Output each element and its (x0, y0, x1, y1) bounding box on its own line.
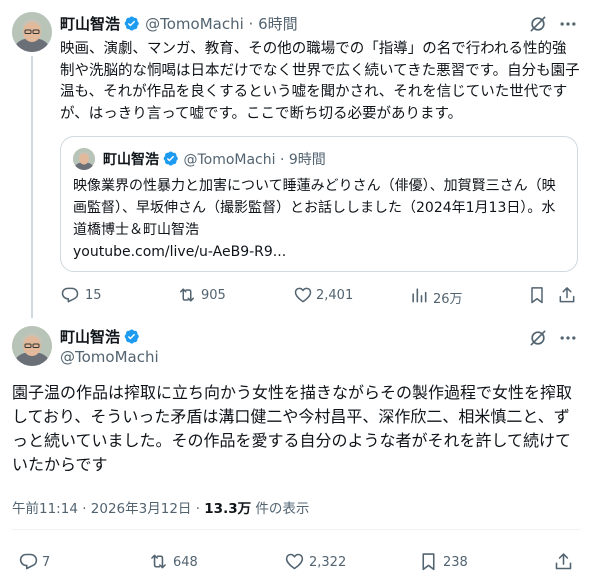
quote-time: 9時間 (288, 152, 326, 168)
quote-header: 町山智浩 @TomoMachi · 9時間 (103, 150, 326, 168)
verified-badge-icon (123, 15, 140, 32)
share-icon[interactable] (557, 285, 577, 305)
view-count: 13.3万 (204, 501, 252, 517)
quote-link[interactable]: youtube.com/live/u-AeB9-R9... (73, 241, 567, 263)
view-count: 26万 (433, 292, 463, 307)
more-icon[interactable] (558, 14, 578, 34)
tweet-header: 町山智浩 @TomoMachi · 6時間 (60, 15, 298, 33)
views-icon[interactable] (409, 285, 429, 305)
tweet-time[interactable]: 6時間 (258, 15, 298, 33)
view-label: 件の表示 (251, 501, 310, 517)
repost-icon[interactable] (177, 285, 197, 305)
author-handle[interactable]: @TomoMachi (145, 15, 244, 33)
reply-count: 15 (85, 288, 102, 303)
like-icon[interactable] (284, 551, 304, 571)
author-avatar[interactable] (12, 326, 52, 366)
quote-text: 映像業界の性暴力と加害について睡蓮みどりさん（俳優）、加賀賢三さん（映画監督）、… (73, 175, 567, 263)
author-name[interactable]: 町山智浩 (60, 328, 120, 346)
reply-icon[interactable] (18, 551, 38, 571)
reply-count: 7 (42, 555, 51, 570)
like-count: 2,401 (316, 288, 354, 303)
repost-icon[interactable] (148, 551, 168, 571)
tweet-text: 園子温の作品は搾取に立ち向かう女性を描きながらその製作過程で女性を搾取しており、… (12, 383, 573, 474)
bookmark-icon[interactable] (418, 551, 438, 571)
author-handle[interactable]: @TomoMachi (60, 348, 159, 366)
tweet-timestamp[interactable]: 午前11:14 · 2026年3月12日 · (12, 501, 204, 517)
quoted-tweet[interactable]: 町山智浩 @TomoMachi · 9時間 映像業界の性暴力と加害について睡蓮み… (60, 136, 578, 272)
more-icon[interactable] (558, 328, 578, 348)
share-icon[interactable] (553, 551, 573, 571)
like-icon[interactable] (293, 285, 313, 305)
author-name[interactable]: 町山智浩 (60, 15, 120, 33)
quote-author-avatar (73, 148, 95, 170)
tweet-text: 映画、演劇、マンガ、教育、その他の職場での「指導」の名で行われる性的強制や洗脳的… (60, 41, 580, 122)
quote-author-name: 町山智浩 (103, 152, 159, 168)
grok-icon[interactable] (528, 328, 548, 348)
repost-count: 905 (201, 288, 226, 303)
verified-badge-icon (123, 328, 140, 345)
repost-count: 648 (173, 555, 198, 570)
tweet-meta: 午前11:14 · 2026年3月12日 · 13.3万 件の表示 (12, 497, 309, 517)
like-count: 2,322 (309, 555, 347, 570)
bookmark-count: 238 (443, 555, 468, 570)
thread-line (31, 56, 33, 318)
verified-badge-icon (162, 150, 179, 167)
reply-icon[interactable] (60, 285, 80, 305)
divider (12, 529, 580, 530)
quote-body: 映像業界の性暴力と加害について睡蓮みどりさん（俳優）、加賀賢三さん（映画監督）、… (73, 178, 556, 238)
tweet-header: 町山智浩 (60, 326, 140, 347)
author-avatar[interactable] (12, 12, 52, 52)
quote-author-handle: @TomoMachi (183, 152, 276, 168)
bookmark-icon[interactable] (527, 285, 547, 305)
grok-icon[interactable] (528, 14, 548, 34)
